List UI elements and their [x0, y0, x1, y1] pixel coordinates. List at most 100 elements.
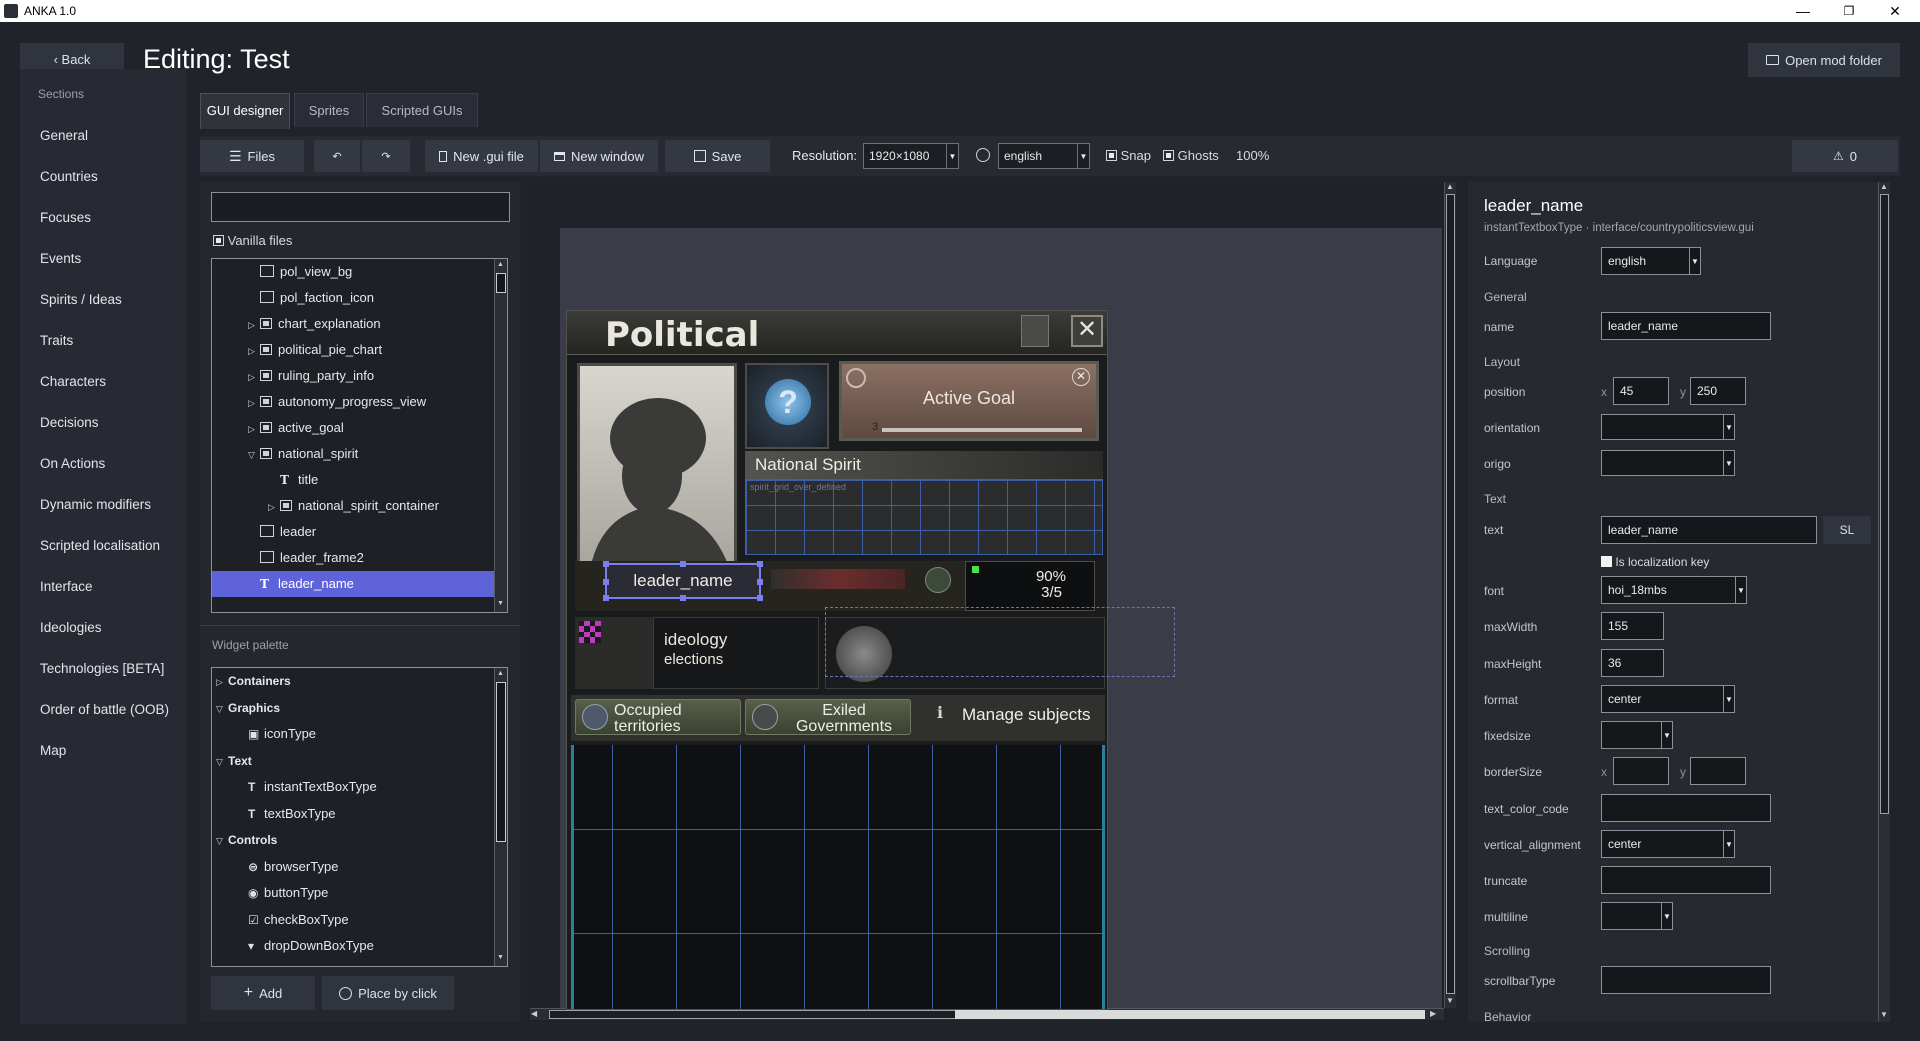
palette-group[interactable]: ▷ Containers — [212, 668, 494, 695]
multiline-select[interactable]: ▼ — [1601, 902, 1673, 930]
orientation-select[interactable]: ▼ — [1601, 414, 1735, 440]
scrollbartype-input[interactable] — [1601, 966, 1771, 994]
language-select[interactable]: english ▼ — [998, 143, 1090, 169]
text-input[interactable]: leader_name — [1601, 516, 1817, 544]
tree-item[interactable]: ▽ national_spirit — [212, 441, 494, 467]
properties-scrollbar[interactable]: ▲ ▼ — [1878, 182, 1890, 1022]
text-color-input[interactable] — [1601, 794, 1771, 822]
collapse-icon[interactable]: ▽ — [248, 442, 260, 468]
gui-close-icon[interactable]: ✕ — [1071, 315, 1103, 347]
maxheight-input[interactable]: 36 — [1601, 649, 1664, 677]
scroll-up-icon[interactable]: ▲ — [1446, 182, 1454, 191]
tree-item[interactable]: Tleader_name — [212, 571, 494, 597]
scroll-thumb[interactable] — [496, 682, 506, 842]
sidebar-item-traits[interactable]: Traits — [20, 320, 186, 361]
scroll-down-icon[interactable]: ▼ — [1880, 1010, 1888, 1019]
is-localization-key-toggle[interactable]: Is localization key — [1601, 555, 1709, 569]
format-select[interactable]: center ▼ — [1601, 685, 1735, 713]
fixedsize-select[interactable]: ▼ — [1601, 721, 1673, 749]
palette-widget[interactable]: ▣ iconType — [212, 721, 494, 748]
resize-handle[interactable] — [680, 595, 686, 601]
sl-button[interactable]: SL — [1823, 516, 1871, 544]
sidebar-item-order-of-battle-oob[interactable]: Order of battle (OOB) — [20, 689, 186, 730]
resize-handle[interactable] — [757, 595, 763, 601]
expand-icon[interactable]: ▷ — [248, 338, 260, 364]
scroll-thumb[interactable] — [496, 273, 506, 293]
palette-widget[interactable]: ◉ buttonType — [212, 880, 494, 907]
add-widget-button[interactable]: + Add — [211, 976, 315, 1010]
sidebar-item-scripted-localisation[interactable]: Scripted localisation — [20, 525, 186, 566]
ghosts-checkbox[interactable] — [1163, 150, 1174, 161]
open-mod-folder-button[interactable]: Open mod folder — [1748, 43, 1900, 77]
canvas-vscrollbar[interactable]: ▲ ▼ — [1444, 182, 1456, 1008]
palette-group[interactable]: ▽ Controls — [212, 827, 494, 854]
undo-button[interactable]: ↶ — [314, 140, 360, 172]
tree-item[interactable]: ▷ political_pie_chart — [212, 337, 494, 363]
snap-checkbox[interactable] — [1106, 150, 1117, 161]
vanilla-files-checkbox[interactable] — [213, 235, 224, 246]
tab-gui-designer[interactable]: GUI designer — [200, 93, 290, 129]
palette-group[interactable]: ▽ Text — [212, 748, 494, 775]
palette-widget[interactable]: ▾ dropDownBoxType — [212, 933, 494, 960]
ghosts-toggle[interactable]: Ghosts — [1163, 148, 1219, 163]
tree-item[interactable]: ▷ ruling_party_info — [212, 363, 494, 389]
file-tree-scrollbar[interactable]: ▲ ▼ — [494, 259, 507, 612]
scroll-thumb[interactable] — [1446, 194, 1455, 994]
file-search-input[interactable] — [211, 192, 510, 222]
truncate-input[interactable] — [1601, 866, 1771, 894]
sidebar-item-decisions[interactable]: Decisions — [20, 402, 186, 443]
expand-icon[interactable]: ▷ — [248, 416, 260, 442]
expand-icon[interactable]: ▷ — [248, 364, 260, 390]
resize-handle[interactable] — [680, 561, 686, 567]
place-by-click-button[interactable]: Place by click — [322, 976, 454, 1010]
palette-scrollbar[interactable]: ▲ ▼ — [494, 668, 507, 966]
sidebar-item-on-actions[interactable]: On Actions — [20, 443, 186, 484]
tree-item[interactable]: ▷ chart_explanation — [212, 311, 494, 337]
close-button[interactable]: ✕ — [1872, 0, 1918, 22]
palette-widget[interactable]: ☑ checkBoxType — [212, 907, 494, 934]
warnings-button[interactable]: ⚠ 0 — [1792, 140, 1898, 172]
scroll-up-icon[interactable]: ▲ — [497, 670, 504, 677]
palette-widget[interactable]: TinstantTextBoxType — [212, 774, 494, 801]
resolution-select[interactable]: 1920×1080 ▼ — [863, 143, 959, 169]
sidebar-item-map[interactable]: Map — [20, 730, 186, 771]
tree-item[interactable]: leader_frame2 — [212, 545, 494, 571]
tree-item[interactable]: pol_view_bg — [212, 259, 494, 285]
font-select[interactable]: hoi_18mbs ▼ — [1601, 576, 1747, 604]
sidebar-item-spirits-ideas[interactable]: Spirits / Ideas — [20, 279, 186, 320]
collapse-icon[interactable]: ▽ — [216, 828, 228, 854]
scroll-down-icon[interactable]: ▼ — [497, 600, 505, 608]
expand-icon[interactable]: ▷ — [248, 312, 260, 338]
tab-sprites[interactable]: Sprites — [294, 93, 364, 127]
minimize-button[interactable]: — — [1780, 0, 1826, 22]
leader-name-selection[interactable]: leader_name — [603, 561, 763, 601]
sidebar-item-characters[interactable]: Characters — [20, 361, 186, 402]
scroll-down-icon[interactable]: ▼ — [497, 954, 504, 961]
gui-preview-window[interactable]: Political ✕ ? Active Goal ✕ 3 National S… — [566, 310, 1175, 1010]
scroll-thumb[interactable] — [955, 1010, 1425, 1019]
is-localization-key-checkbox[interactable] — [1601, 556, 1612, 567]
scroll-right-icon[interactable]: ▶ — [1430, 1009, 1436, 1018]
name-input[interactable]: leader_name — [1601, 312, 1771, 340]
vertical-alignment-select[interactable]: center ▼ — [1601, 830, 1735, 858]
tree-item[interactable]: Ttitle — [212, 467, 494, 493]
tree-item[interactable]: ▷ national_spirit_container — [212, 493, 494, 519]
snap-toggle[interactable]: Snap — [1106, 148, 1151, 163]
ledger-icon[interactable] — [1021, 315, 1049, 347]
palette-widget[interactable]: TtextBoxType — [212, 801, 494, 828]
resize-handle[interactable] — [603, 579, 609, 585]
position-y-input[interactable]: 250 — [1690, 377, 1746, 405]
exiled-governments-button[interactable]: Exiled Governments — [745, 699, 911, 735]
maximize-button[interactable]: ❐ — [1826, 0, 1872, 22]
occupied-territories-button[interactable]: Occupied territories — [575, 699, 741, 735]
sidebar-item-ideologies[interactable]: Ideologies — [20, 607, 186, 648]
palette-widget[interactable]: ⊜ browserType — [212, 854, 494, 881]
scroll-up-icon[interactable]: ▲ — [1880, 182, 1888, 191]
sidebar-item-general[interactable]: General — [20, 115, 186, 156]
tree-item[interactable]: ▷ active_goal — [212, 415, 494, 441]
faction-icon[interactable] — [925, 567, 951, 593]
collapse-icon[interactable]: ▽ — [216, 749, 228, 775]
collapse-icon[interactable]: ▽ — [216, 696, 228, 722]
redo-button[interactable]: ↷ — [362, 140, 410, 172]
tree-item[interactable]: ▷ autonomy_progress_view — [212, 389, 494, 415]
